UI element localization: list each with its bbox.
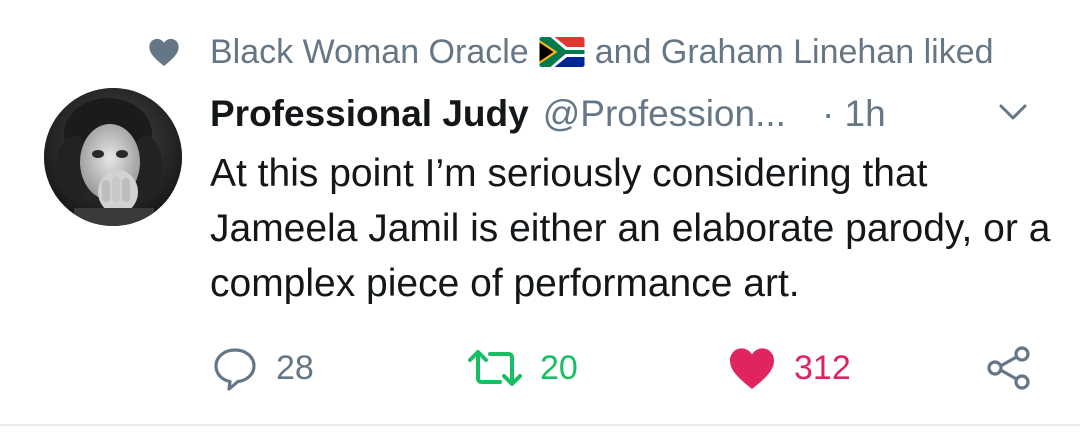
avatar[interactable] [44,88,182,226]
liked-heart-icon [730,348,774,389]
retweet-button[interactable]: 20 [468,340,578,396]
heart-icon [149,38,179,66]
liker-name-2: and Graham Linehan liked [594,32,994,71]
reply-icon [214,348,256,391]
divider [0,424,1080,426]
user-handle[interactable]: @Profession... [543,93,786,135]
share-icon [987,346,1030,390]
avatar-image [44,88,182,226]
tweet-card[interactable]: Black Woman Oracle and Graham Linehan li… [0,0,1080,424]
tweet-text: At this point I’m seriously considering … [210,152,1051,305]
retweet-icon [468,350,522,386]
liker-name-1[interactable]: Black Woman Oracle [210,33,529,72]
tweet-header: Professional Judy @Profession... · 1h [210,88,1040,140]
tweet-actions: 28 20 312 [210,340,1040,396]
display-name[interactable]: Professional Judy [210,93,529,135]
like-button[interactable]: 312 [728,340,851,396]
social-context-text: Black Woman Oracle and Graham Linehan li… [210,33,994,72]
reply-button[interactable]: 28 [212,340,314,396]
south-africa-flag-icon [539,37,585,67]
chevron-down-icon[interactable] [998,102,1028,122]
reply-count: 28 [276,348,314,387]
like-count: 312 [794,348,851,387]
social-context: Black Woman Oracle and Graham Linehan li… [148,30,994,74]
timestamp[interactable]: · 1h [822,93,886,135]
retweet-count: 20 [540,348,578,387]
share-button[interactable] [986,340,1032,396]
